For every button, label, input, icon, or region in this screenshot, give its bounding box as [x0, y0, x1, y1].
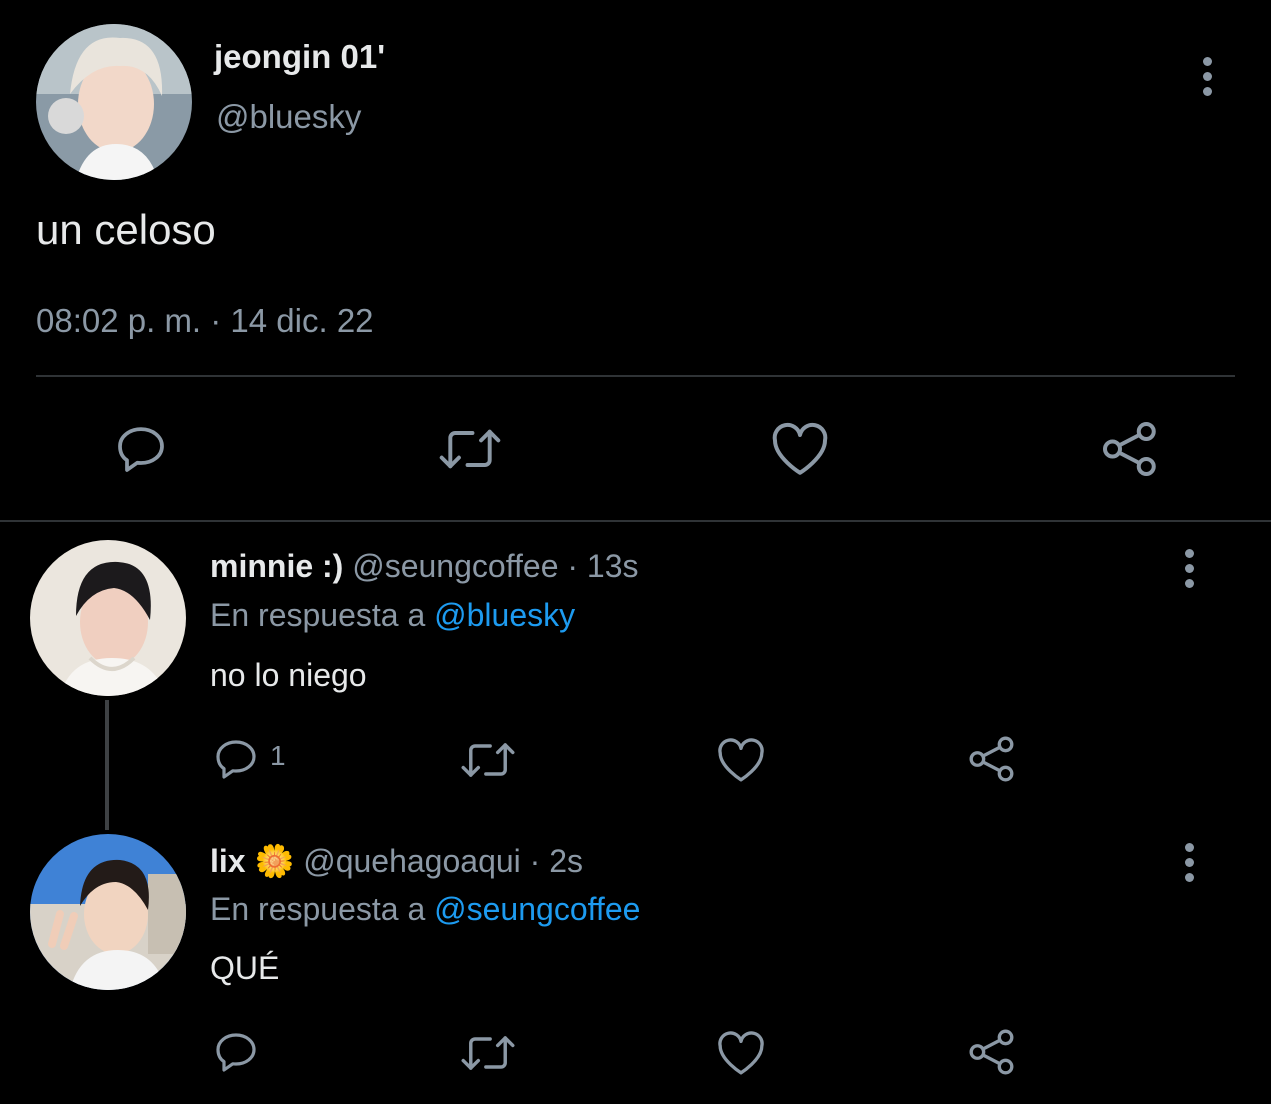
share-icon[interactable] — [967, 734, 1017, 784]
retweet-icon[interactable] — [460, 1029, 516, 1077]
like-icon[interactable] — [716, 736, 766, 784]
more-options-icon[interactable] — [1203, 57, 1212, 102]
divider — [36, 375, 1235, 377]
retweet-icon[interactable] — [438, 421, 502, 477]
handle[interactable]: @bluesky — [216, 98, 361, 136]
reply-icon[interactable] — [212, 735, 260, 783]
timestamp[interactable]: 08:02 p. m. · 14 dic. 22 — [36, 302, 374, 340]
tweet-text: QUÉ — [210, 950, 280, 986]
like-icon[interactable] — [716, 1029, 766, 1077]
reply-icon[interactable] — [113, 421, 169, 477]
reply-count: 1 — [270, 740, 286, 771]
more-options-icon[interactable] — [1185, 549, 1194, 594]
share-icon[interactable] — [1100, 419, 1160, 479]
reply-context-label: En respuesta a — [210, 891, 426, 927]
display-name[interactable]: jeongin 01' — [214, 38, 385, 76]
timestamp[interactable]: · 2s — [530, 843, 583, 879]
handle[interactable]: @seungcoffee — [352, 548, 558, 584]
mention-link[interactable]: @seungcoffee — [434, 891, 640, 927]
retweet-icon[interactable] — [460, 736, 516, 784]
avatar[interactable] — [36, 24, 192, 180]
more-options-icon[interactable] — [1185, 843, 1194, 888]
tweet-text: no lo niego — [210, 657, 367, 693]
avatar[interactable] — [30, 834, 186, 990]
avatar[interactable] — [30, 540, 186, 696]
handle[interactable]: @quehagoaqui — [303, 843, 521, 879]
display-name[interactable]: minnie :) — [210, 548, 343, 584]
thread-line — [105, 700, 109, 830]
display-name[interactable]: lix — [210, 843, 246, 879]
share-icon[interactable] — [967, 1027, 1017, 1077]
reply-icon[interactable] — [212, 1028, 260, 1076]
tweet-text: un celoso — [36, 206, 216, 253]
flower-emoji: 🌼 — [254, 843, 295, 879]
reply-context-label: En respuesta a — [210, 597, 426, 633]
like-icon[interactable] — [770, 421, 830, 477]
timestamp[interactable]: · 13s — [567, 548, 638, 584]
section-divider — [0, 520, 1271, 522]
mention-link[interactable]: @bluesky — [434, 597, 575, 633]
